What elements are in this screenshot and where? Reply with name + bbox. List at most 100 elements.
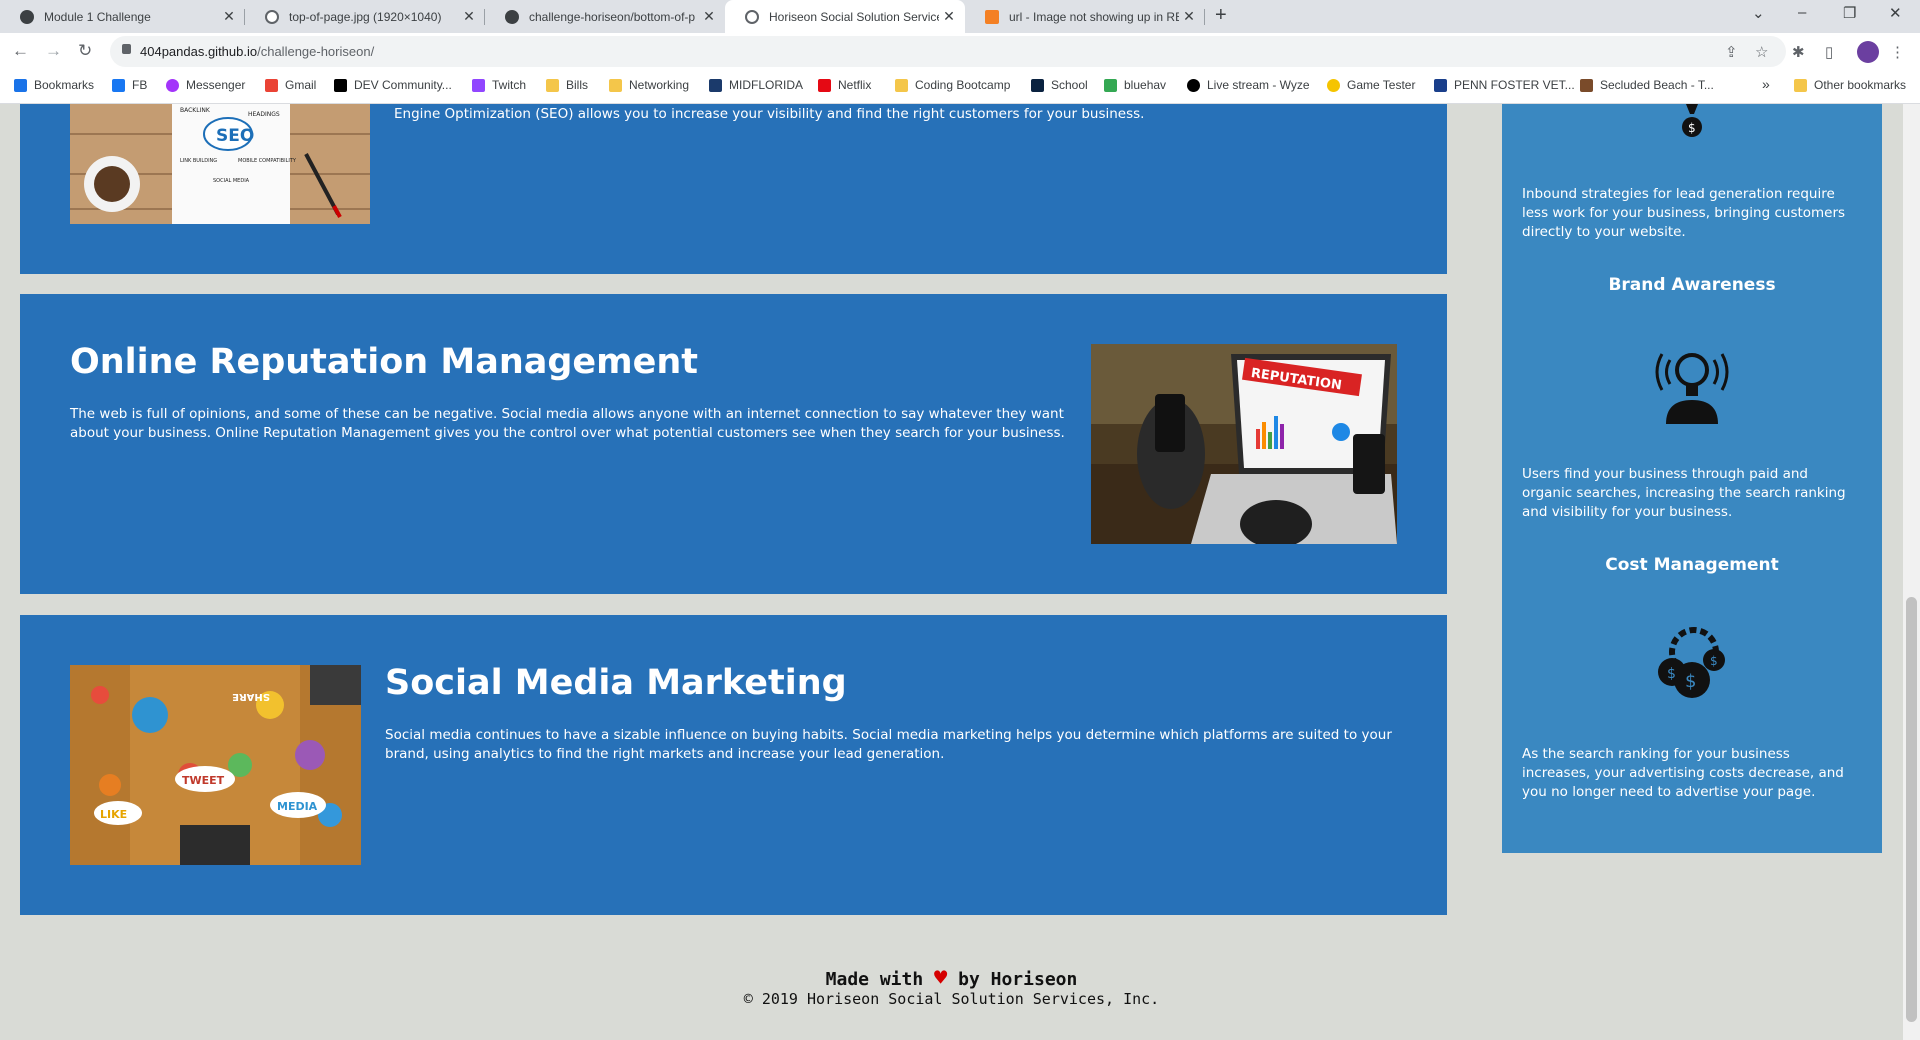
side-panel-icon[interactable]: ▯ — [1825, 43, 1833, 61]
twitch-icon — [472, 78, 485, 92]
social-image-label: TWEET — [182, 774, 225, 787]
close-window-icon[interactable]: ✕ — [1889, 4, 1902, 22]
folder-icon — [546, 78, 559, 92]
bookmark-networking[interactable]: Networking — [609, 78, 689, 92]
bookmark-dev[interactable]: DEV Community... — [334, 78, 452, 92]
footer-made-with-text: Made with — [825, 969, 924, 990]
profile-avatar[interactable] — [1857, 41, 1879, 63]
close-tab-icon[interactable]: ✕ — [1179, 8, 1199, 25]
bookmark-secluded-beach[interactable]: Secluded Beach - T... — [1580, 78, 1714, 92]
star-icon — [14, 78, 27, 92]
bookmark-star-icon[interactable]: ☆ — [1755, 43, 1768, 61]
scrollbar-thumb[interactable] — [1906, 597, 1917, 1022]
messenger-icon — [166, 78, 179, 92]
bookmark-bluehav[interactable]: bluehav — [1104, 78, 1166, 92]
seo-image-label: MOBILE COMPATIBILITY — [238, 158, 297, 164]
reputation-image: REPUTATION — [1091, 344, 1397, 544]
address-bar[interactable]: 404pandas.github.io/challenge-horiseon/ … — [110, 36, 1786, 67]
bookmark-other[interactable]: Other bookmarks — [1794, 78, 1906, 92]
benefits-aside: $ Inbound strategies for lead generation… — [1502, 104, 1882, 853]
bookmark-twitch[interactable]: Twitch — [472, 78, 526, 92]
wyze-icon — [1187, 78, 1200, 92]
school-icon — [1031, 78, 1044, 92]
restore-icon[interactable]: ❐ — [1843, 4, 1856, 22]
footer-copyright: © 2019 Horiseon Social Solution Services… — [743, 990, 1160, 1008]
bookmark-fb[interactable]: FB — [112, 78, 147, 92]
reload-icon[interactable]: ↻ — [78, 41, 92, 61]
bookmark-label: Game Tester — [1347, 78, 1416, 92]
share-icon[interactable]: ⇪ — [1725, 43, 1738, 61]
bookmark-label: bluehav — [1124, 78, 1167, 92]
minimize-icon[interactable]: – — [1798, 4, 1806, 21]
seo-image-label: SEO — [216, 126, 254, 146]
bookmark-gmail[interactable]: Gmail — [265, 78, 316, 92]
tab-title: url - Image not showing up in RE — [1009, 9, 1179, 24]
forward-icon[interactable]: → — [45, 41, 62, 61]
bookmark-bookmarks[interactable]: Bookmarks — [14, 78, 94, 92]
svg-text:$: $ — [1685, 671, 1696, 692]
tab-module-1-challenge[interactable]: Module 1 Challenge ✕ — [0, 0, 245, 33]
bookmark-label: Netflix — [838, 78, 872, 92]
bookmark-midflorida[interactable]: MIDFLORIDA — [709, 78, 803, 92]
heart-icon: ♥ — [934, 966, 948, 991]
bookmark-label: MIDFLORIDA — [729, 78, 804, 92]
bookmark-netflix[interactable]: Netflix — [818, 78, 871, 92]
tab-horiseon[interactable]: Horiseon Social Solution Services ✕ — [725, 0, 965, 33]
bookmark-messenger[interactable]: Messenger — [166, 78, 245, 92]
reputation-text: The web is full of opinions, and some of… — [70, 406, 1065, 441]
brand-awareness-title: Brand Awareness — [1608, 275, 1776, 295]
close-tab-icon[interactable]: ✕ — [219, 8, 239, 25]
github-icon — [20, 9, 34, 24]
drive-icon — [1104, 78, 1117, 92]
seo-image-label: SOCIAL MEDIA — [213, 178, 250, 184]
reputation-title: Online Reputation Management — [70, 342, 699, 382]
tab-challenge-horiseon[interactable]: challenge-horiseon/bottom-of-p ✕ — [485, 0, 725, 33]
browser-toolbar: ← → ↻ 404pandas.github.io/challenge-hori… — [0, 33, 1920, 71]
tab-title: Module 1 Challenge — [44, 9, 151, 24]
reputation-card: Online Reputation Management The web is … — [20, 294, 1447, 594]
tab-stackoverflow[interactable]: url - Image not showing up in RE ✕ — [965, 0, 1205, 33]
bookmark-label: Bookmarks — [34, 78, 95, 92]
folder-icon — [1794, 78, 1807, 92]
footer-made-with: Made with ♥ by Horiseon — [0, 966, 1903, 991]
bookmark-label: School — [1051, 78, 1088, 92]
facebook-icon — [112, 78, 125, 92]
bookmark-coding-bootcamp[interactable]: Coding Bootcamp — [895, 78, 1010, 92]
close-tab-icon[interactable]: ✕ — [939, 8, 959, 25]
game-tester-icon — [1327, 78, 1340, 92]
tab-strip: Module 1 Challenge ✕ top-of-page.jpg (19… — [0, 0, 1920, 33]
bookmark-label: Other bookmarks — [1814, 78, 1907, 92]
extensions-icon[interactable]: ✱ — [1792, 43, 1805, 61]
bookmark-label: Gmail — [285, 78, 317, 92]
bookmark-school[interactable]: School — [1031, 78, 1088, 92]
lead-generation-text: Inbound strategies for lead generation r… — [1522, 186, 1846, 240]
bookmark-penn-foster[interactable]: PENN FOSTER VET... — [1434, 78, 1575, 92]
tab-title: Horiseon Social Solution Services — [769, 9, 939, 24]
bookmark-game-tester[interactable]: Game Tester — [1327, 78, 1415, 92]
close-tab-icon[interactable]: ✕ — [459, 8, 479, 25]
social-title: Social Media Marketing — [385, 663, 847, 703]
dev-icon — [334, 78, 347, 92]
social-text: Social media continues to have a sizable… — [385, 727, 1392, 762]
tab-search-icon[interactable]: ⌄ — [1752, 4, 1765, 22]
gmail-icon — [265, 78, 278, 92]
overflow-label: » — [1762, 76, 1770, 92]
menu-icon[interactable]: ⋮ — [1890, 43, 1905, 61]
bookmarks-overflow[interactable]: » — [1762, 76, 1770, 92]
bookmarks-bar: Bookmarks FB Messenger Gmail DEV Communi… — [0, 71, 1920, 104]
new-tab-icon[interactable]: + — [1215, 4, 1227, 27]
close-tab-icon[interactable]: ✕ — [699, 8, 719, 25]
bookmark-bills[interactable]: Bills — [546, 78, 588, 92]
url-path: /challenge-horiseon/ — [257, 44, 375, 59]
back-icon[interactable]: ← — [12, 41, 29, 61]
brand-awareness-text: Users find your business through paid an… — [1522, 466, 1846, 520]
url-text: 404pandas.github.io/challenge-horiseon/ — [140, 44, 374, 59]
cost-management-text: As the search ranking for your business … — [1522, 746, 1844, 800]
bookmark-label: Messenger — [186, 78, 246, 92]
tab-top-of-page[interactable]: top-of-page.jpg (1920×1040) ✕ — [245, 0, 485, 33]
bookmark-label: FB — [132, 78, 148, 92]
seo-image: SEO BACKLINK HEADINGS LINK BUILDING MOBI… — [70, 104, 370, 224]
bookmark-label: Live stream - Wyze — [1207, 78, 1310, 92]
bookmark-wyze[interactable]: Live stream - Wyze — [1187, 78, 1310, 92]
social-image-label: MEDIA — [277, 800, 318, 813]
